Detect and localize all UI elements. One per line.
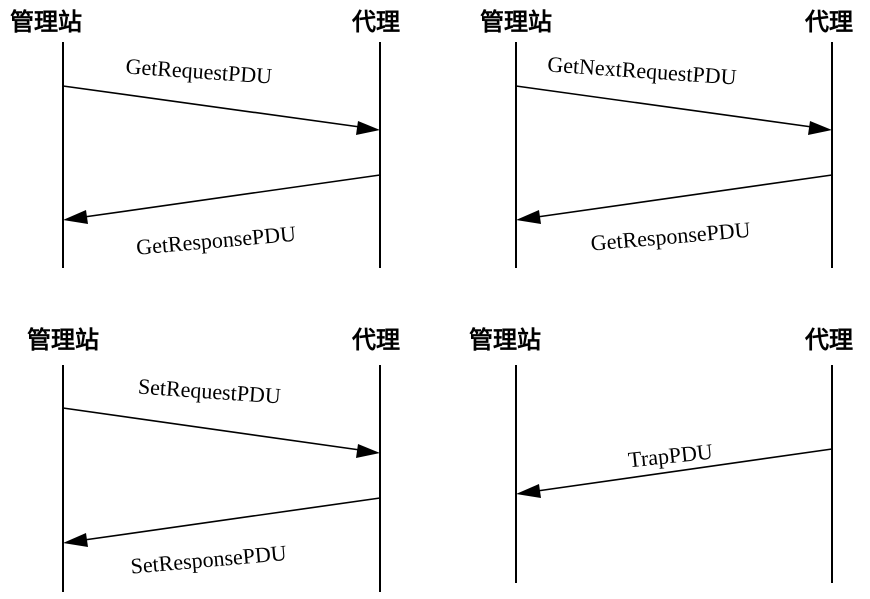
arrow-head-icon [63,210,88,224]
message-label: SetResponsePDU [130,540,288,579]
message-label: GetRequestPDU [125,53,273,88]
manager-label: 管理站 [27,326,99,354]
diagram-trap: 管理站 代理 TrapPDU [469,326,853,583]
snmp-pdu-sequence-diagrams: 管理站 代理 GetRequestPDU GetResponsePDU 管理站 … [10,8,853,592]
diagram-get-next-request: 管理站 代理 GetNextRequestPDU GetResponsePDU [480,8,853,268]
message-arrow-request [62,85,380,135]
message-label: GetResponsePDU [590,217,752,256]
arrow-head-icon [516,210,541,224]
message-arrow-response [63,174,381,224]
agent-label: 代理 [804,326,853,354]
agent-label: 代理 [351,8,400,36]
arrow-head-icon [516,484,541,498]
message-arrow-response [63,497,381,547]
message-arrow-response [516,174,833,224]
arrow-head-icon [63,533,88,547]
message-label: GetResponsePDU [135,221,297,260]
manager-label: 管理站 [10,8,82,36]
message-arrow-request [62,407,380,458]
agent-label: 代理 [804,8,853,36]
message-arrow-request [515,85,832,135]
diagram-get-request: 管理站 代理 GetRequestPDU GetResponsePDU [10,8,400,268]
arrow-head-icon [356,121,380,135]
arrow-head-icon [356,444,380,458]
arrow-head-icon [808,121,832,135]
diagram-set-request: 管理站 代理 SetRequestPDU SetResponsePDU [27,326,400,592]
message-label: GetNextRequestPDU [547,51,738,89]
message-label: SetRequestPDU [137,374,282,409]
manager-label: 管理站 [469,326,541,354]
manager-label: 管理站 [480,8,552,36]
agent-label: 代理 [351,326,400,354]
